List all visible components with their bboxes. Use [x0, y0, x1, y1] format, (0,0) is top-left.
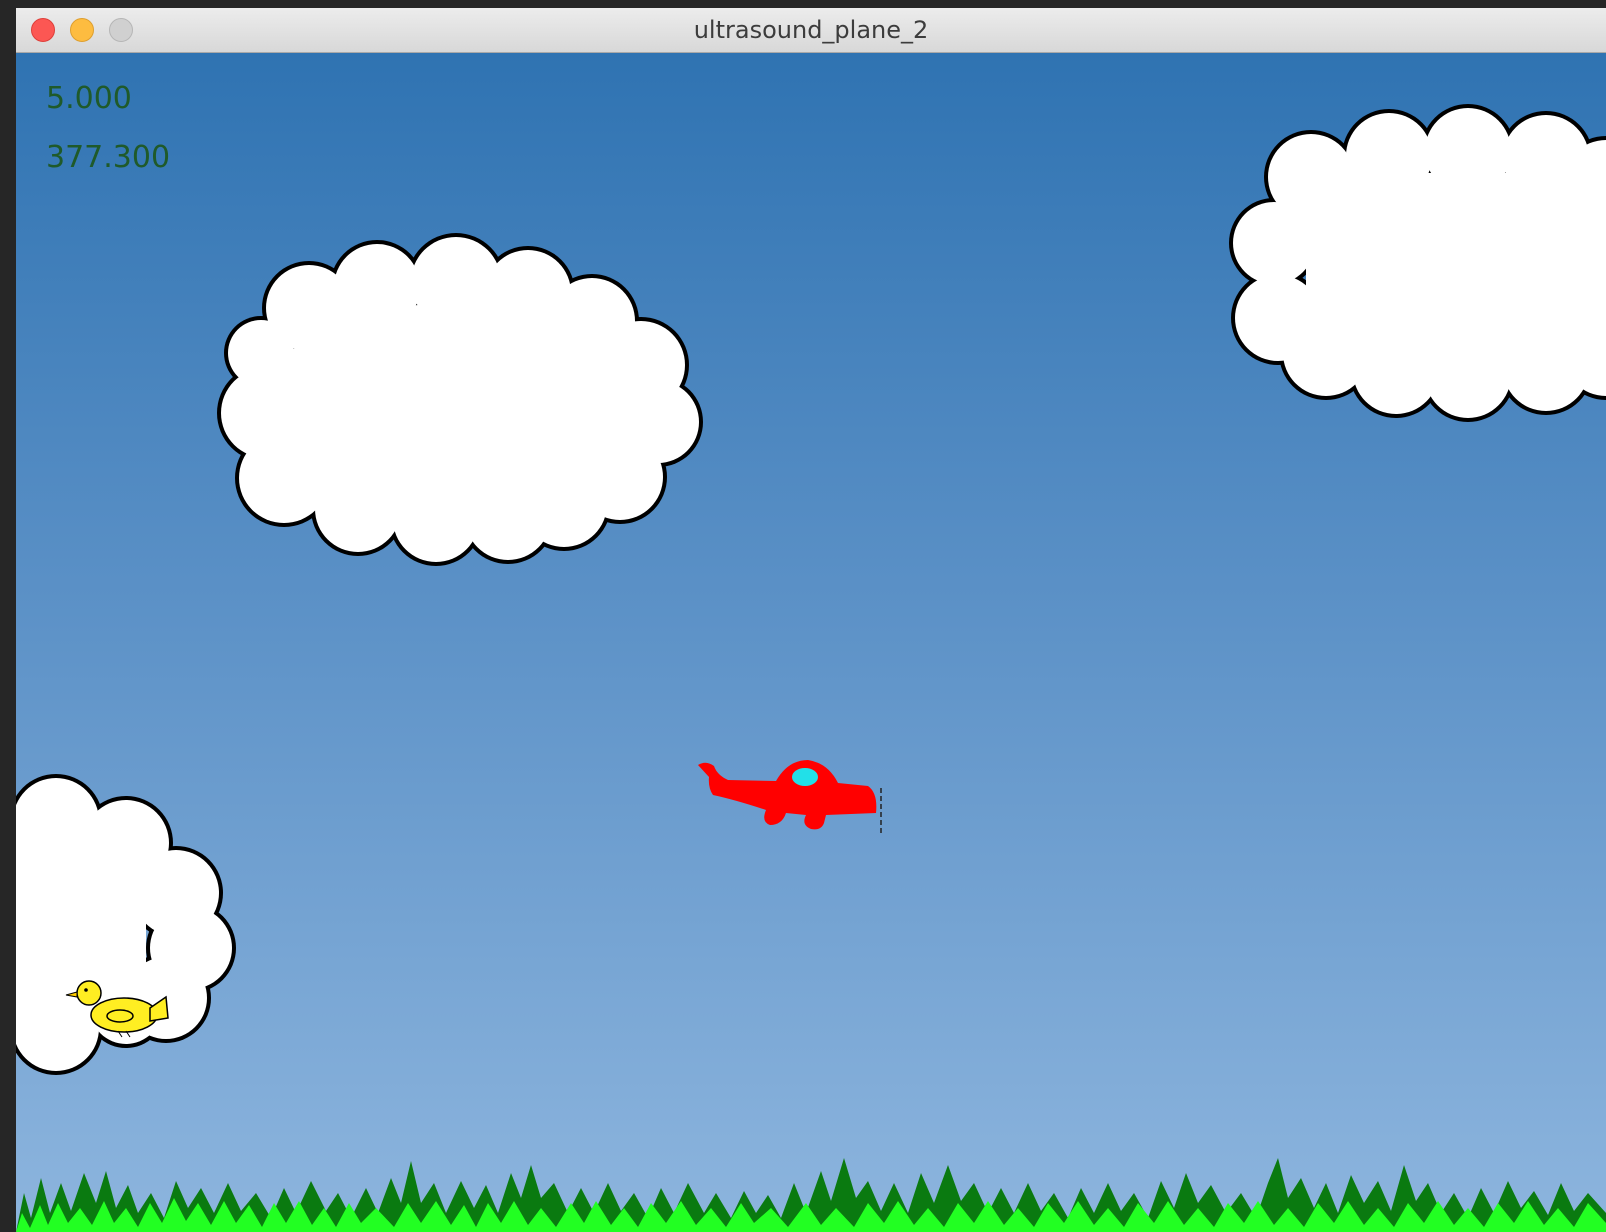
title-bar[interactable]: ultrasound_plane_2 [16, 8, 1606, 53]
game-canvas[interactable]: 5.000 377.300 [16, 53, 1606, 1232]
hud-value-2: 377.300 [46, 140, 171, 175]
hud-value-1: 5.000 [46, 81, 132, 116]
grass [16, 1158, 1606, 1232]
cloud-top-right [1229, 104, 1606, 422]
cloud-large [217, 233, 703, 566]
game-scene [16, 104, 1606, 1232]
window-title: ultrasound_plane_2 [693, 16, 929, 44]
app-window: ultrasound_plane_2 5.000 377.300 [16, 8, 1606, 1232]
red-plane [698, 760, 882, 833]
